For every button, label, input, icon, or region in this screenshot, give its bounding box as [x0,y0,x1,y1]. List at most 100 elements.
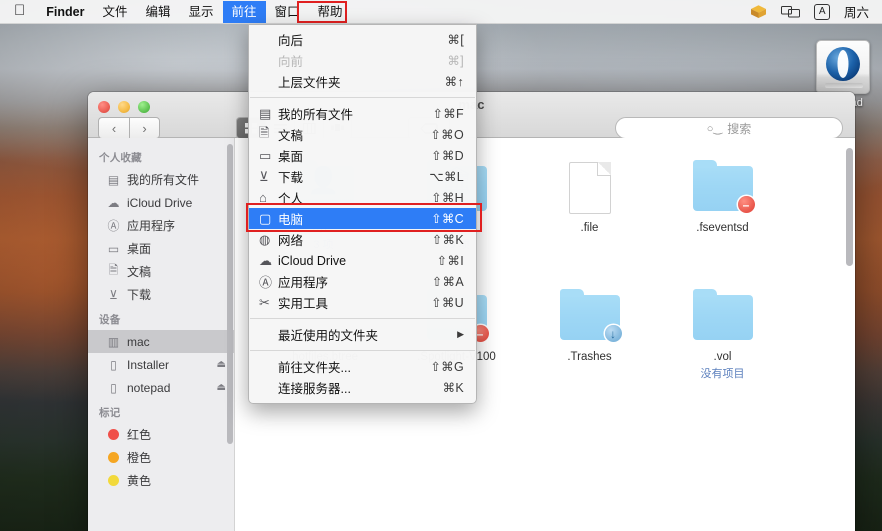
go-menu-item-个人[interactable]: ⌂ 个人 ⇧⌘H [249,187,476,208]
menu-bar[interactable]:  Finder文件编辑显示前往窗口帮助 A 周六 [0,0,882,24]
go-menu-item-文稿[interactable]: 🗎 文稿 ⇧⌘O [249,124,476,145]
submenu-arrow-icon: ▶ [457,329,464,339]
sidebar-item-notepad[interactable]: ▯ notepad ⏏ [88,376,234,399]
sidebar-item-label: Installer [127,357,170,372]
sidebar-item-label: 下载 [127,288,152,302]
go-menu-item-icon: ▢ [259,210,272,226]
sidebar-section-header: 设备 [99,314,121,326]
sidebar-item-mac[interactable]: ▥ mac [88,330,234,353]
sidebar-item-label: 我的所有文件 [127,173,200,187]
go-menu-item-shortcut: ⌥⌘L [429,170,464,184]
sidebar-item-label: 桌面 [127,242,152,256]
go-menu-item-icon: ◍ [259,231,271,247]
tag-color-dot-icon [106,427,121,442]
menu-separator [250,97,475,98]
sidebar-item-橙色[interactable]: 橙色 [88,446,234,469]
file-item-name: .file [580,222,599,234]
go-menu-item-我的所有文件[interactable]: ▤ 我的所有文件 ⇧⌘F [249,103,476,124]
sidebar-scrollbar[interactable] [227,144,233,444]
go-menu-item-实用工具[interactable]: ✂ 实用工具 ⇧⌘U [249,292,476,313]
go-menu-item-桌面[interactable]: ▭ 桌面 ⇧⌘D [249,145,476,166]
file-item[interactable]: .vol 没有项目 [656,281,789,410]
eject-icon[interactable]: ⏏ [217,382,226,393]
file-item[interactable]: ↓ .Trashes [523,281,656,410]
go-menu-item-shortcut: ⌘↑ [444,75,464,89]
go-menu-item-shortcut: ⇧⌘U [431,296,464,310]
sidebar-section-header: 标记 [99,407,121,419]
sidebar-item-红色[interactable]: 红色 [88,423,234,446]
go-menu-item-下载[interactable]: ⊻ 下载 ⌥⌘L [249,166,476,187]
search-icon: ○‿ [706,122,723,135]
go-menu-item-应用程序[interactable]: Ⓐ 应用程序 ⇧⌘A [249,271,476,292]
screen-share-icon[interactable] [774,1,807,23]
menu-bar-item-5[interactable]: 窗口 [266,1,309,23]
sidebar-item-label: notepad [127,380,171,395]
go-menu-item-label: 应用程序 [278,276,329,290]
disk-slot [825,83,863,88]
menu-separator [250,318,475,319]
input-method-label: A [814,3,830,20]
go-menu-item-label: 向后 [278,34,304,48]
file-item[interactable]: – .fseventsd [656,152,789,281]
go-menu-item-label: iCloud Drive [278,253,347,268]
go-menu-item-label: 桌面 [278,150,304,164]
go-menu-item-上层文件夹[interactable]: 上层文件夹 ⌘↑ [249,71,476,92]
go-menu-item-shortcut: ⌘[ [447,33,464,47]
sidebar-item-下载[interactable]: ⊻ 下载 [88,283,234,306]
file-area-scrollbar[interactable] [846,148,853,266]
package-icon[interactable] [743,1,774,23]
sidebar-item-icloud-drive[interactable]: ☁ iCloud Drive [88,191,234,214]
menu-bar-items: Finder 文件 编辑 显示 前往 窗口 帮助 [37,0,352,23]
go-menu-item-label: 下载 [278,171,304,185]
go-menu-item-shortcut: ⇧⌘F [432,107,464,121]
sidebar-item-icon: Ⓐ [107,219,120,233]
folder-icon [690,289,756,343]
go-menu-item-shortcut: ⇧⌘G [430,360,464,374]
eject-icon[interactable]: ⏏ [217,359,226,370]
folder-icon: – [690,160,756,214]
menu-bar-status-items: A 周六 [743,1,882,23]
file-item-count: 没有项目 [700,368,745,380]
menu-bar-item-6[interactable]: 帮助 [309,1,352,23]
go-menu-item-前往文件夹[interactable]: 前往文件夹... ⇧⌘G [249,356,476,377]
go-menu-item-连接服务器[interactable]: 连接服务器... ⌘K [249,377,476,398]
sidebar-item-label: 应用程序 [127,219,176,233]
apple-logo-icon[interactable]:  [0,0,37,22]
sidebar-item-应用程序[interactable]: Ⓐ 应用程序 [88,214,234,237]
sidebar-item-label: iCloud Drive [127,195,193,210]
sidebar-item-文稿[interactable]: 🗎 文稿 [88,260,234,283]
sidebar-item-黄色[interactable]: 黄色 [88,469,234,492]
go-menu-item-shortcut: ⇧⌘H [431,191,464,205]
file-item-name: .vol [713,351,732,363]
go-menu-item-shortcut: ⇧⌘O [430,128,464,142]
file-item[interactable]: .file [523,152,656,281]
sidebar-sections: 个人收藏 ▤ 我的所有文件 ☁ iCloud Drive Ⓐ 应用程序 ▭ 桌面 🗎 文稿 ⊻ 下载 设备… [88,144,234,492]
sidebar-item-icon: ▭ [107,241,120,256]
sidebar-item-桌面[interactable]: ▭ 桌面 [88,237,234,260]
menu-bar-item-4[interactable]: 前往 [222,0,266,23]
finder-sidebar[interactable]: 个人收藏 ▤ 我的所有文件 ☁ iCloud Drive Ⓐ 应用程序 ▭ 桌面 🗎 文稿 ⊻ 下载 设备… [88,138,235,531]
go-menu-item-icloud drive[interactable]: ☁ iCloud Drive ⇧⌘I [249,250,476,271]
sidebar-item-icon: ▥ [107,334,120,349]
sidebar-item-我的所有文件[interactable]: ▤ 我的所有文件 [88,168,234,191]
menu-bar-item-2[interactable]: 编辑 [136,1,179,23]
sidebar-item-installer[interactable]: ▯ Installer ⏏ [88,353,234,376]
go-menu-dropdown[interactable]: 向后 ⌘[向前 ⌘] 上层文件夹 ⌘↑ ▤ 我的所有文件 ⇧⌘F 🗎 文稿 ⇧⌘O ▭ 桌面 ⇧⌘D ⊻ 下载… [248,24,477,404]
nav-buttons[interactable]: ‹ › [98,117,160,139]
clock[interactable]: 周六 [837,1,876,23]
input-method-indicator[interactable]: A [807,1,837,23]
menu-bar-item-3[interactable]: 显示 [179,1,222,23]
go-menu-item-label: 上层文件夹 [278,76,341,90]
back-button[interactable]: ‹ [98,117,129,139]
go-menu-item-向后[interactable]: 向后 ⌘[ [249,29,476,50]
menu-bar-item-0[interactable]: Finder [37,1,93,23]
go-menu-item-电脑[interactable]: ▢ 电脑 ⇧⌘C [249,208,476,229]
go-menu-item-网络[interactable]: ◍ 网络 ⇧⌘K [249,229,476,250]
forward-button[interactable]: › [129,117,160,139]
go-menu-item-label: 向前 [278,55,304,69]
folder-shape [692,289,753,340]
menu-bar-item-1[interactable]: 文件 [93,1,136,23]
go-menu-item-最近使用的文件夹[interactable]: 最近使用的文件夹 ▶ [249,324,476,345]
go-menu-item-shortcut: ⇧⌘C [431,212,464,226]
search-input[interactable]: ○‿ 搜索 [615,117,843,139]
